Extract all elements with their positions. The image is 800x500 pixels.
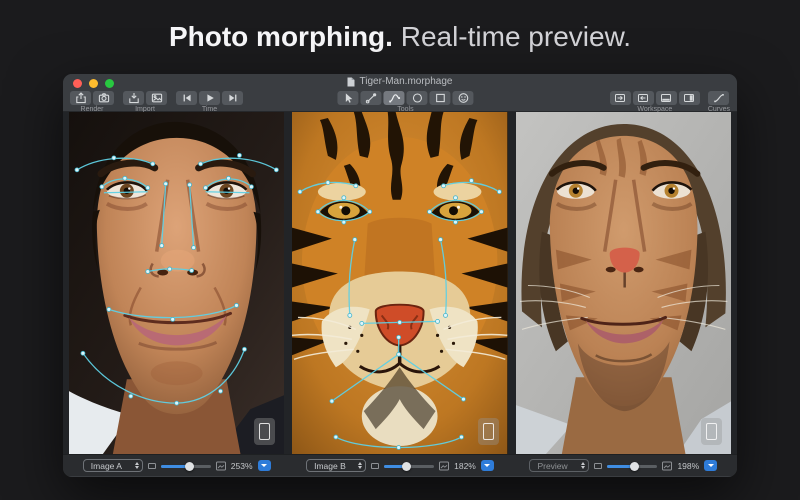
- tools-group: Tools: [337, 91, 474, 113]
- export-icon: [75, 92, 86, 104]
- zoom-out-image-icon: [371, 462, 380, 469]
- skip-back-button[interactable]: [176, 91, 197, 105]
- play-button[interactable]: [199, 91, 220, 105]
- popup-value: Preview: [537, 460, 568, 471]
- chevron-down-icon: [484, 464, 491, 467]
- import-group: Import: [123, 91, 167, 113]
- image-b-zoom-dropdown-button[interactable]: [480, 460, 494, 471]
- face-icon: [458, 93, 468, 103]
- frame-icon: [705, 423, 717, 440]
- window-title: Tiger-Man.morphage: [359, 76, 453, 87]
- render-camera-icon: [98, 93, 109, 103]
- render-group: Render: [70, 91, 114, 113]
- ellipse-icon: [412, 93, 422, 103]
- rectangle-icon: [435, 93, 445, 103]
- panel-b-frame-button[interactable]: [477, 418, 499, 445]
- import-tray-icon: [128, 93, 139, 104]
- play-icon: [206, 94, 214, 102]
- editor-canvas: [63, 112, 737, 454]
- zoom-out-image-icon: [594, 462, 603, 469]
- right-pane-icon: [684, 94, 695, 102]
- skip-back-icon: [183, 94, 191, 102]
- popup-value: Image B: [314, 460, 346, 471]
- curves-button[interactable]: [708, 91, 730, 105]
- control-points[interactable]: [74, 152, 279, 406]
- panel-preview-frame-button[interactable]: [700, 418, 722, 445]
- import-button[interactable]: [123, 91, 144, 105]
- curves-graph-icon: [714, 94, 724, 103]
- popup-stepper-icon: [134, 462, 139, 469]
- morph-control-mesh-b[interactable]: [292, 112, 507, 454]
- zoom-in-image-icon: [215, 461, 226, 470]
- image-b-zoom-value: 182%: [454, 460, 476, 471]
- curves-group: Curves: [708, 91, 730, 113]
- skip-forward-icon: [228, 94, 236, 102]
- control-points[interactable]: [297, 178, 503, 450]
- image-a-zoom-slider[interactable]: [160, 460, 211, 472]
- render-camera-button[interactable]: [93, 91, 114, 105]
- preview-source-popup[interactable]: Preview: [529, 459, 590, 472]
- zoom-in-image-icon: [662, 461, 673, 470]
- image-b-controls: Image B 182%: [292, 455, 507, 476]
- right-pane-button[interactable]: [678, 91, 700, 105]
- zoom-in-image-icon: [439, 461, 450, 470]
- zoom-out-image-icon: [147, 462, 156, 469]
- frame-icon: [482, 423, 494, 440]
- bottom-control-bar: Image A 253% Image B 182% Preview 198%: [63, 454, 737, 476]
- toolbar: Render Import Time Tools Workspace Curve…: [63, 90, 737, 113]
- cursor-tool-button[interactable]: [337, 91, 359, 105]
- image-b-source-popup[interactable]: Image B: [306, 459, 367, 472]
- headline-bold: Photo morphing.: [168, 21, 393, 52]
- marketing-headline: Photo morphing. Real-time preview.: [0, 0, 800, 53]
- preview-morphed-photo: [515, 112, 731, 454]
- node-icon: [365, 93, 376, 104]
- add-image-icon: [151, 93, 162, 103]
- time-group: Time: [176, 91, 243, 113]
- preview-zoom-dropdown-button[interactable]: [704, 460, 718, 471]
- slider-thumb[interactable]: [402, 461, 412, 471]
- popup-stepper-icon: [581, 462, 586, 469]
- popup-value: Image A: [90, 460, 122, 471]
- preview-zoom-value: 198%: [677, 460, 700, 471]
- headline-regular: Real-time preview.: [392, 21, 632, 52]
- app-window: Tiger-Man.morphage Render Import Time To…: [63, 74, 737, 477]
- export-button[interactable]: [70, 91, 91, 105]
- titlebar: Tiger-Man.morphage: [63, 74, 737, 90]
- expand-right-icon: [615, 94, 626, 102]
- image-a-source-popup[interactable]: Image A: [82, 459, 143, 472]
- image-a-zoom-dropdown-button[interactable]: [257, 460, 271, 471]
- expand-left-button[interactable]: [632, 91, 654, 105]
- preview-zoom-slider[interactable]: [607, 460, 658, 472]
- workspace-group: Workspace: [609, 91, 700, 113]
- morph-control-mesh-a[interactable]: [69, 112, 284, 454]
- curve-tool-button[interactable]: [383, 91, 405, 105]
- image-a-controls: Image A 253%: [69, 455, 284, 476]
- panel-image-b[interactable]: [292, 112, 508, 454]
- chevron-down-icon: [261, 464, 268, 467]
- curve-icon: [388, 94, 400, 103]
- face-tool-button[interactable]: [452, 91, 474, 105]
- slider-thumb[interactable]: [185, 461, 195, 471]
- panel-a-frame-button[interactable]: [254, 418, 276, 445]
- expand-left-icon: [638, 94, 649, 102]
- document-icon: [347, 77, 355, 86]
- panel-image-a[interactable]: [69, 112, 285, 454]
- cursor-icon: [345, 93, 352, 103]
- expand-right-button[interactable]: [609, 91, 631, 105]
- popup-stepper-icon: [358, 462, 363, 469]
- add-image-button[interactable]: [146, 91, 167, 105]
- frame-icon: [259, 423, 271, 440]
- chevron-down-icon: [707, 464, 714, 467]
- bottom-pane-button[interactable]: [655, 91, 677, 105]
- bottom-pane-icon: [661, 94, 672, 102]
- rectangle-tool-button[interactable]: [429, 91, 451, 105]
- node-tool-button[interactable]: [360, 91, 382, 105]
- ellipse-tool-button[interactable]: [406, 91, 428, 105]
- slider-thumb[interactable]: [630, 461, 640, 471]
- preview-controls: Preview 198%: [516, 455, 731, 476]
- image-b-zoom-slider[interactable]: [384, 460, 435, 472]
- image-a-zoom-value: 253%: [230, 460, 253, 471]
- panel-preview[interactable]: [515, 112, 731, 454]
- skip-forward-button[interactable]: [222, 91, 243, 105]
